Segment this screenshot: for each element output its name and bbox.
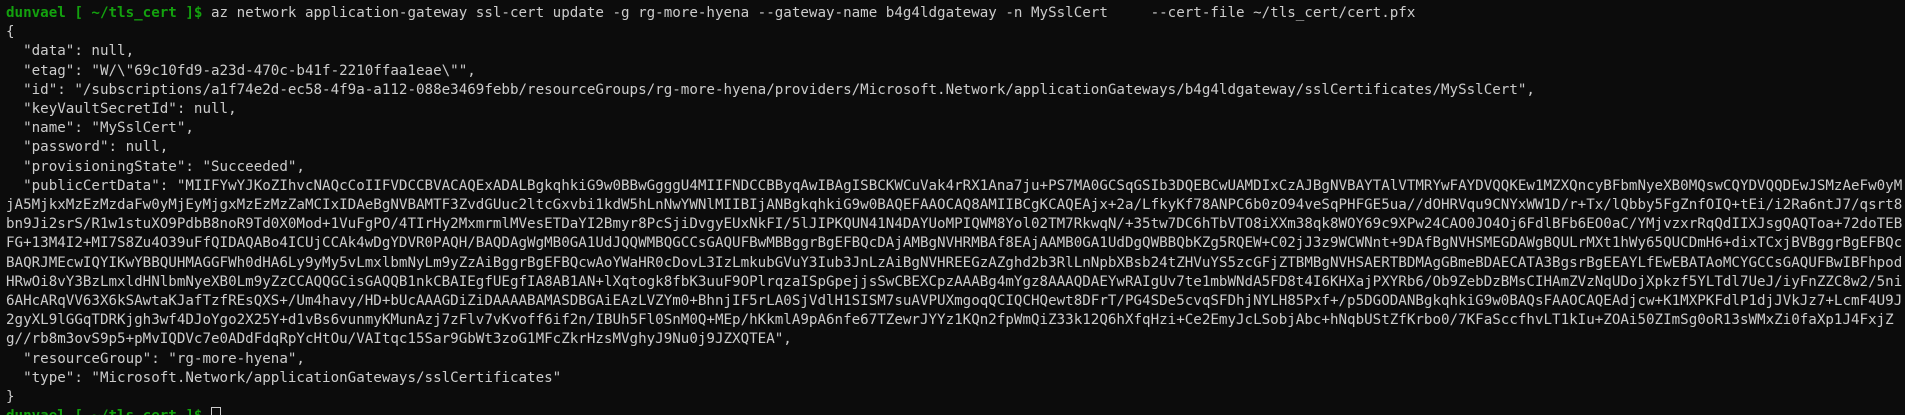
output-close-brace: } [6,388,15,405]
output-keyvault-secret-id: "keyVaultSecretId": null, [6,100,237,117]
output-etag: "etag": "W/\"69c10fd9-a23d-470c-b41f-221… [6,62,476,79]
output-type: "type": "Microsoft.Network/applicationGa… [6,369,562,386]
output-open-brace: { [6,24,15,41]
output-provisioning-state: "provisioningState": "Succeeded", [6,158,305,175]
output-name: "name": "MySslCert", [6,120,194,137]
terminal-window[interactable]: dunvael [ ~/tls_cert ]$ az network appli… [0,0,1905,415]
output-public-cert-data: "publicCertData": "MIIFYwYJKoZIhvcNAQcCo… [6,177,1903,348]
command-line: dunvael [ ~/tls_cert ]$ az network appli… [6,4,1905,23]
output-data: "data": null, [6,43,135,60]
prompt-line[interactable]: dunvael [ ~/tls_cert ]$ [6,407,1905,415]
output-resource-group: "resourceGroup": "rg-more-hyena", [6,350,305,367]
command-text: az network application-gateway ssl-cert … [211,5,1416,21]
output-id: "id": "/subscriptions/a1f74e2d-ec58-4f9a… [6,81,1535,98]
text-cursor [211,407,222,415]
prompt-path-2: [ ~/tls_cert ]$ [74,408,202,415]
prompt-user: dunvael [6,5,66,21]
output-password: "password": null, [6,139,169,156]
prompt-path: [ ~/tls_cert ]$ [74,5,203,21]
prompt-user-2: dunvael [6,408,66,415]
